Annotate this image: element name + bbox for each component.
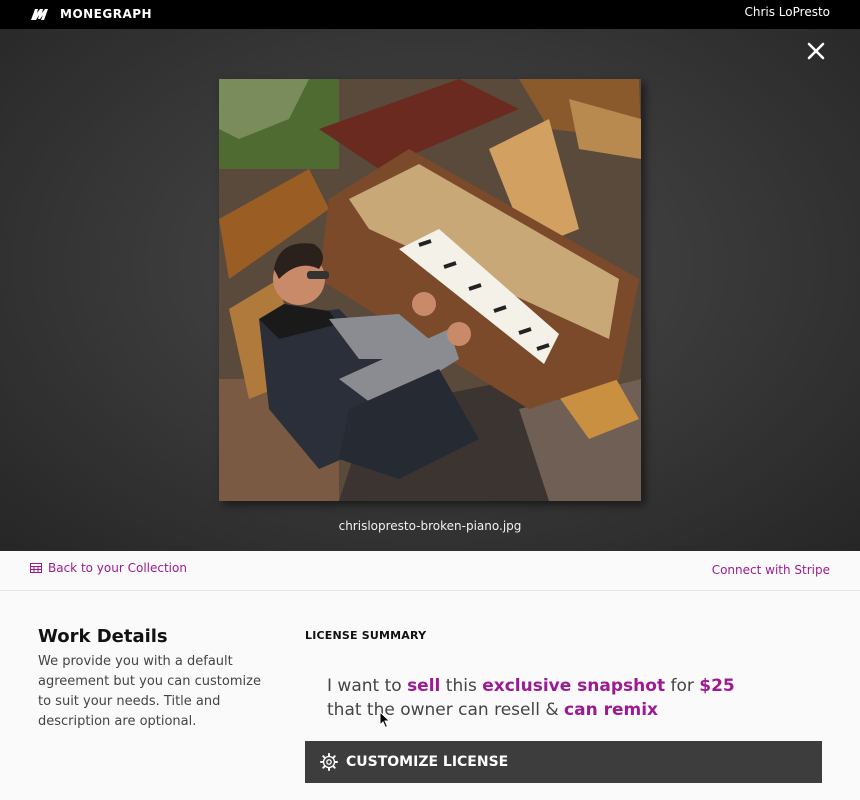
license-kind-option[interactable]: exclusive snapshot	[482, 676, 665, 696]
license-remix-option[interactable]: can remix	[564, 700, 658, 720]
license-summary-heading: LICENSE SUMMARY	[305, 629, 427, 642]
license-sentence: I want to sell this exclusive snapshot f…	[327, 674, 807, 722]
back-to-collection-link[interactable]: Back to your Collection	[30, 561, 187, 575]
license-action-option[interactable]: sell	[407, 676, 440, 696]
action-bar: Back to your Collection Connect with Str…	[0, 551, 860, 591]
collection-grid-icon	[30, 563, 42, 573]
sentence-text: that the owner can resell &	[327, 700, 565, 720]
work-details-heading: Work Details	[38, 626, 168, 647]
brand-name: MONEGRAPH	[60, 7, 153, 21]
work-details-panel: Work Details We provide you with a defau…	[0, 592, 860, 800]
customize-license-label: CUSTOMIZE LICENSE	[346, 754, 509, 770]
customize-license-button[interactable]: CUSTOMIZE LICENSE	[305, 741, 822, 783]
connect-stripe-link[interactable]: Connect with Stripe	[712, 563, 830, 577]
artwork-image	[219, 79, 641, 501]
sentence-text: this	[440, 676, 483, 696]
gear-icon	[320, 753, 338, 771]
monegraph-mark-icon	[31, 9, 48, 20]
license-price-option[interactable]: $25	[699, 676, 735, 696]
user-name[interactable]: Chris LoPresto	[744, 5, 830, 19]
close-icon[interactable]	[806, 41, 826, 61]
sentence-text: for	[665, 676, 700, 696]
work-details-description: We provide you with a default agreement …	[38, 654, 261, 729]
image-filename: chrislopresto-broken-piano.jpg	[338, 519, 522, 533]
monegraph-logo[interactable]: MONEGRAPH	[30, 7, 152, 21]
top-bar: MONEGRAPH Chris LoPresto	[0, 0, 860, 29]
mouse-cursor-icon	[379, 711, 391, 729]
back-link-label: Back to your Collection	[48, 561, 187, 575]
sentence-text: I want to	[327, 676, 408, 696]
